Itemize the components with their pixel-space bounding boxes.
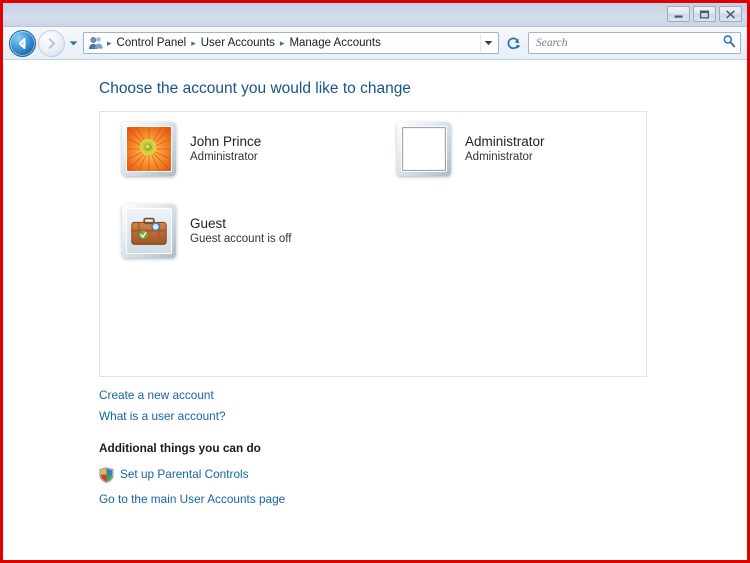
breadcrumb-separator: ▸ [107, 37, 112, 48]
flower-avatar-icon [127, 127, 171, 171]
refresh-icon [507, 37, 521, 49]
window-frame: ▸ Control Panel ▸ User Accounts ▸ Manage… [0, 0, 750, 563]
suitcase-avatar-icon [127, 209, 171, 253]
additional-links: Set up Parental Controls Go to the main … [99, 464, 647, 510]
back-button[interactable] [9, 29, 36, 57]
account-description: Administrator [190, 151, 258, 163]
search-icon[interactable] [722, 34, 736, 53]
close-button[interactable] [719, 6, 742, 22]
avatar [397, 122, 451, 176]
refresh-button[interactable] [501, 31, 525, 55]
page-title: Choose the account you would like to cha… [99, 80, 411, 97]
what-is-user-account-link[interactable]: What is a user account? [99, 406, 226, 427]
maximize-button[interactable] [693, 6, 716, 22]
close-icon [726, 9, 735, 18]
recent-pages-button[interactable] [66, 40, 80, 47]
account-tile-guest[interactable]: Guest Guest account is off [122, 204, 291, 258]
chevron-down-icon [484, 41, 493, 45]
blank-avatar-icon [402, 127, 446, 171]
breadcrumb-item-user-accounts[interactable]: User Accounts [197, 36, 279, 50]
account-name: Administrator [465, 134, 545, 149]
chevron-down-icon [69, 40, 77, 45]
breadcrumb-item-control-panel[interactable]: Control Panel [113, 36, 191, 50]
minimize-button[interactable] [667, 6, 690, 22]
breadcrumb: ▸ Control Panel ▸ User Accounts ▸ Manage… [106, 36, 480, 50]
account-name: Guest [190, 216, 227, 231]
search-input[interactable]: Search [528, 32, 741, 54]
user-accounts-icon [88, 35, 104, 51]
additional-things-heading: Additional things you can do [99, 441, 261, 455]
avatar [122, 122, 176, 176]
address-bar: ▸ Control Panel ▸ User Accounts ▸ Manage… [3, 27, 747, 60]
title-bar [3, 3, 747, 27]
breadcrumb-item-manage-accounts[interactable]: Manage Accounts [285, 36, 384, 50]
back-arrow-icon [18, 37, 26, 49]
content-area: Choose the account you would like to cha… [3, 60, 747, 560]
forward-arrow-icon [48, 37, 56, 49]
account-tile-john-prince[interactable]: John Prince Administrator [122, 122, 261, 176]
account-description: Guest account is off [190, 233, 292, 245]
create-new-account-link[interactable]: Create a new account [99, 385, 214, 406]
uac-shield-icon [99, 466, 114, 483]
breadcrumb-separator: ▸ [191, 37, 196, 48]
forward-button[interactable] [38, 29, 65, 57]
account-name: John Prince [190, 134, 262, 149]
address-dropdown-button[interactable] [480, 34, 496, 52]
account-tile-administrator[interactable]: Administrator Administrator [397, 122, 545, 176]
maximize-icon [699, 10, 710, 18]
accounts-panel: John Prince Administrator Administrator [99, 111, 647, 377]
address-input[interactable]: ▸ Control Panel ▸ User Accounts ▸ Manage… [83, 32, 499, 54]
parental-controls-link[interactable]: Set up Parental Controls [120, 464, 249, 485]
main-user-accounts-page-link[interactable]: Go to the main User Accounts page [99, 489, 285, 510]
parental-controls-row[interactable]: Set up Parental Controls [99, 464, 647, 485]
window-controls [667, 6, 742, 22]
search-placeholder: Search [536, 37, 568, 49]
account-description: Administrator [465, 151, 533, 163]
minimize-icon [674, 15, 683, 18]
avatar [122, 204, 176, 258]
panel-links: Create a new account What is a user acco… [99, 385, 647, 427]
